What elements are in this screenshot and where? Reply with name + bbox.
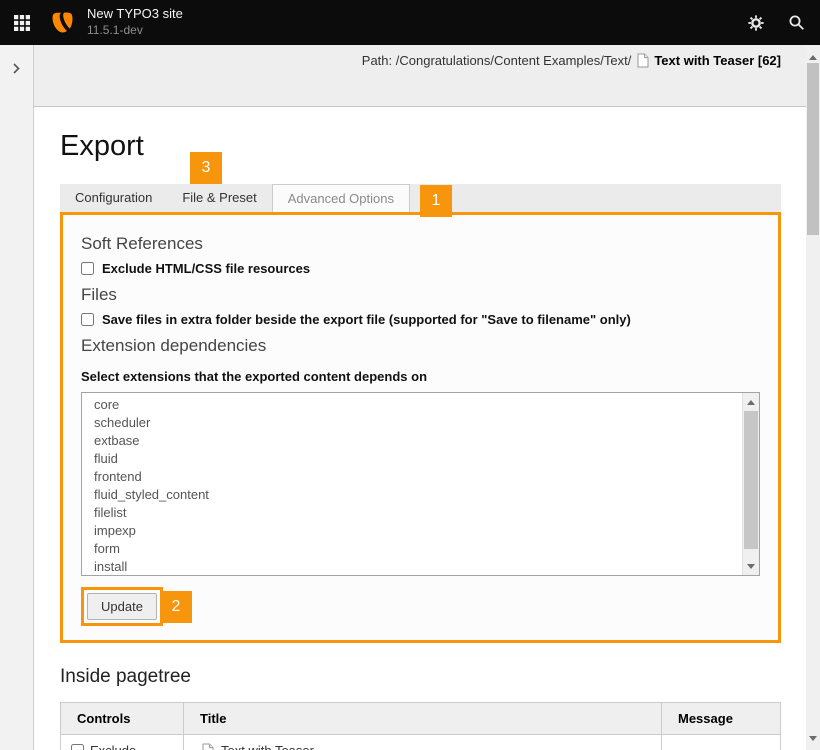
table-row: Exclude Text with Teaser — [61, 735, 781, 750]
exclude-htmlcss-row: Exclude HTML/CSS file resources — [81, 261, 760, 276]
extensions-options: core scheduler extbase fluid frontend fl… — [82, 393, 759, 576]
page-scrollbar[interactable] — [806, 45, 820, 750]
exclude-record-label[interactable]: Exclude — [90, 743, 136, 750]
save-extra-folder-row: Save files in extra folder beside the ex… — [81, 312, 760, 327]
extension-option[interactable]: fluid — [82, 450, 759, 468]
inside-pagetree-heading: Inside pagetree — [60, 666, 781, 688]
column-header-title: Title — [184, 703, 662, 735]
pagetree-collapsed-strip — [0, 45, 34, 750]
topbar: New TYPO3 site 11.5.1-dev — [0, 0, 820, 45]
breadcrumb-record: Text with Teaser [62] — [637, 53, 781, 68]
site-version: 11.5.1-dev — [87, 23, 183, 39]
soft-references-heading: Soft References — [81, 234, 760, 254]
extension-option[interactable]: impexp — [82, 522, 759, 540]
page-icon — [202, 743, 214, 750]
save-extra-folder-checkbox[interactable] — [81, 313, 94, 326]
save-extra-folder-label[interactable]: Save files in extra folder beside the ex… — [102, 312, 631, 327]
docheader: Path: /Congratulations/Content Examples/… — [34, 45, 806, 107]
breadcrumb: Path: /Congratulations/Content Examples/… — [362, 53, 781, 68]
topbar-right — [736, 0, 820, 45]
column-header-message: Message — [662, 703, 781, 735]
modules-menu-button[interactable] — [0, 0, 44, 45]
scroll-up-icon — [809, 55, 817, 60]
annotation-badge-2: 2 — [160, 591, 192, 623]
page-icon — [637, 53, 649, 68]
update-button-highlight: Update — [81, 587, 163, 626]
chevron-right-icon — [13, 63, 20, 74]
module-content: Export 3 Configuration File & Preset Adv… — [34, 107, 806, 750]
extension-option[interactable]: extbase — [82, 432, 759, 450]
site-title: New TYPO3 site — [87, 6, 183, 23]
site-info: New TYPO3 site 11.5.1-dev — [87, 6, 183, 38]
extension-option[interactable]: fluid_styled_content — [82, 486, 759, 504]
module-area: Path: /Congratulations/Content Examples/… — [34, 45, 806, 750]
expand-navigation-button[interactable] — [6, 57, 28, 79]
column-header-controls: Controls — [61, 703, 184, 735]
grid-icon — [14, 15, 30, 31]
record-title: Text with Teaser — [221, 743, 314, 750]
page-title: Export — [60, 130, 781, 162]
search-button[interactable] — [776, 0, 816, 45]
pagetree-table: Controls Title Message Exclude — [60, 702, 781, 750]
extension-option[interactable]: core — [82, 396, 759, 414]
record-title-cell: Text with Teaser — [202, 743, 651, 750]
tab-advanced-options[interactable]: Advanced Options — [272, 184, 410, 212]
settings-button[interactable] — [736, 0, 776, 45]
advanced-options-panel: Soft References Exclude HTML/CSS file re… — [60, 212, 781, 643]
topbar-left: New TYPO3 site 11.5.1-dev — [0, 0, 183, 45]
scroll-down-icon — [747, 564, 755, 569]
table-header-row: Controls Title Message — [61, 703, 781, 735]
exclude-htmlcss-label[interactable]: Exclude HTML/CSS file resources — [102, 261, 310, 276]
annotation-badge-1: 1 — [420, 185, 452, 217]
typo3-backend-screen: New TYPO3 site 11.5.1-dev — [0, 0, 820, 750]
extension-option[interactable]: install — [82, 558, 759, 576]
update-row: Update 2 — [81, 587, 760, 626]
listbox-scrollbar-thumb[interactable] — [744, 411, 758, 549]
typo3-logo[interactable] — [51, 11, 74, 34]
extensions-select-label: Select extensions that the exported cont… — [81, 369, 760, 384]
record-message-cell — [662, 735, 781, 750]
scroll-down-icon — [809, 736, 817, 741]
extension-option[interactable]: form — [82, 540, 759, 558]
scroll-up-icon — [747, 400, 755, 405]
update-button[interactable]: Update — [87, 593, 157, 620]
listbox-scroll-down-button[interactable] — [743, 558, 759, 574]
extension-dependencies-heading: Extension dependencies — [81, 336, 760, 356]
extension-option[interactable]: scheduler — [82, 414, 759, 432]
exclude-htmlcss-checkbox[interactable] — [81, 262, 94, 275]
extensions-listbox[interactable]: core scheduler extbase fluid frontend fl… — [81, 392, 760, 576]
breadcrumb-record-title: Text with Teaser [62] — [654, 53, 781, 68]
search-icon — [788, 14, 805, 31]
extension-option[interactable]: filelist — [82, 504, 759, 522]
tab-file-preset[interactable]: File & Preset — [167, 184, 271, 212]
extension-option[interactable]: frontend — [82, 468, 759, 486]
files-heading: Files — [81, 285, 760, 305]
exclude-record-control: Exclude — [71, 743, 173, 750]
scroll-down-button[interactable] — [806, 730, 820, 746]
listbox-scroll-up-button[interactable] — [743, 394, 759, 410]
breadcrumb-path: Path: /Congratulations/Content Examples/… — [362, 53, 632, 68]
listbox-scrollbar[interactable] — [742, 393, 759, 575]
tab-configuration[interactable]: Configuration — [60, 184, 167, 212]
gear-icon — [748, 15, 764, 31]
page-scrollbar-thumb[interactable] — [807, 63, 819, 235]
exclude-record-checkbox[interactable] — [71, 744, 84, 750]
annotation-badge-3: 3 — [190, 152, 222, 184]
tabbar: Configuration File & Preset Advanced Opt… — [60, 184, 781, 212]
